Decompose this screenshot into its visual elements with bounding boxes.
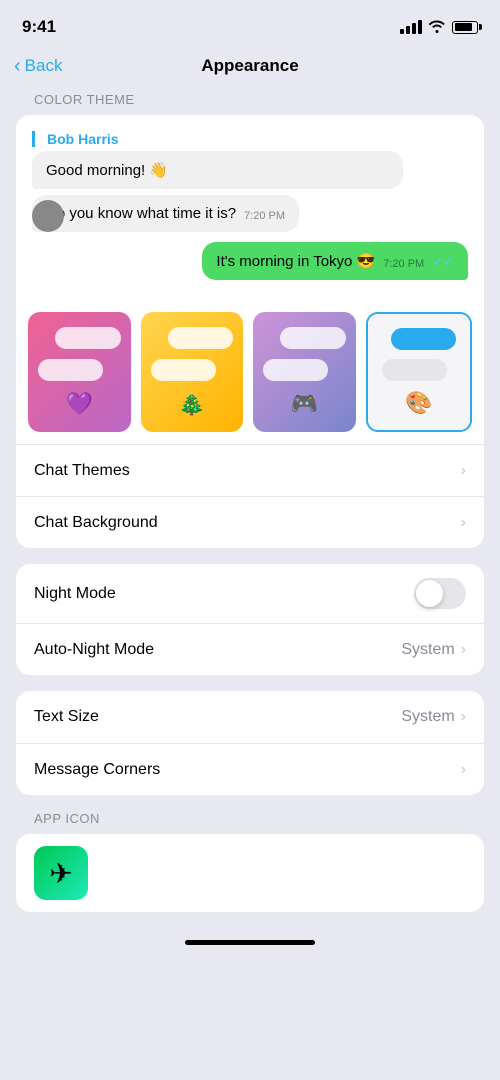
incoming-time: 7:20 PM <box>244 210 285 222</box>
chat-themes-label: Chat Themes <box>34 462 130 480</box>
app-icon: ✈ <box>34 846 88 900</box>
nav-bar: ‹ Back Appearance <box>0 48 500 92</box>
back-button[interactable]: ‹ Back <box>14 56 62 76</box>
chat-background-right: › <box>461 514 466 532</box>
message-corners-right: › <box>461 761 466 779</box>
incoming-text-2: Do you know what time it is? <box>46 205 236 222</box>
color-theme-section-label: COLOR THEME <box>16 92 484 115</box>
signal-icon <box>400 20 422 34</box>
text-appearance-card: Text Size System › Message Corners › <box>16 691 484 795</box>
auto-night-mode-chevron-icon: › <box>461 641 466 659</box>
auto-night-mode-right: System › <box>401 641 466 659</box>
message-corners-label: Message Corners <box>34 761 160 779</box>
theme-option-1[interactable]: 💜 <box>28 312 131 432</box>
app-icon-preview-card: ✈ <box>16 834 484 912</box>
theme-3-bubble-out <box>280 327 345 349</box>
theme-1-bubble-in <box>38 359 103 381</box>
chat-themes-row[interactable]: Chat Themes › <box>16 444 484 496</box>
theme-2-emoji: 🎄 <box>178 391 205 417</box>
back-chevron-icon: ‹ <box>14 56 21 76</box>
chat-themes-right: › <box>461 462 466 480</box>
incoming-text-1: Good morning! 👋 <box>46 161 168 179</box>
text-size-right: System › <box>401 708 466 726</box>
color-theme-card: Bob Harris Good morning! 👋 Do you know w… <box>16 115 484 548</box>
theme-option-3[interactable]: 🎮 <box>253 312 356 432</box>
outgoing-time: 7:20 PM <box>383 258 424 270</box>
chat-background-label: Chat Background <box>34 514 158 532</box>
auto-night-mode-value: System <box>401 641 454 659</box>
message-corners-chevron-icon: › <box>461 761 466 779</box>
battery-icon <box>452 21 478 34</box>
theme-3-emoji: 🎮 <box>291 391 318 417</box>
night-mode-toggle[interactable] <box>414 578 466 609</box>
wifi-icon <box>428 19 446 36</box>
status-bar: 9:41 <box>0 0 500 48</box>
theme-3-bubble-in <box>263 359 328 381</box>
status-icons <box>400 19 478 36</box>
text-size-row[interactable]: Text Size System › <box>16 691 484 743</box>
incoming-message-group: Bob Harris Good morning! 👋 Do you know w… <box>32 131 468 232</box>
message-corners-row[interactable]: Message Corners › <box>16 743 484 795</box>
chat-themes-chevron-icon: › <box>461 462 466 480</box>
theme-option-2[interactable]: 🎄 <box>141 312 244 432</box>
theme-2-bubble-out <box>168 327 233 349</box>
back-label: Back <box>25 56 63 76</box>
night-mode-card: Night Mode Auto-Night Mode System › <box>16 564 484 675</box>
home-bar <box>185 940 315 945</box>
page-title: Appearance <box>201 56 298 76</box>
home-indicator <box>0 928 500 953</box>
theme-option-4[interactable]: 🎨 <box>366 312 473 432</box>
text-size-value: System <box>401 708 454 726</box>
theme-4-bubble-in <box>382 359 447 381</box>
incoming-bubble-1: Good morning! 👋 <box>32 151 403 189</box>
theme-4-bubble-out <box>391 328 456 350</box>
auto-night-mode-row[interactable]: Auto-Night Mode System › <box>16 623 484 675</box>
theme-1-emoji: 💜 <box>66 391 93 417</box>
outgoing-message-group: It's morning in Tokyo 😎 7:20 PM ✓✓ <box>32 242 468 280</box>
status-time: 9:41 <box>22 17 56 37</box>
read-receipt-icon: ✓✓ <box>432 254 454 270</box>
chat-background-row[interactable]: Chat Background › <box>16 496 484 548</box>
sender-name: Bob Harris <box>32 131 468 147</box>
text-size-label: Text Size <box>34 708 99 726</box>
toggle-knob <box>416 580 443 607</box>
chat-preview: Bob Harris Good morning! 👋 Do you know w… <box>16 115 484 296</box>
theme-1-bubble-out <box>55 327 120 349</box>
theme-4-emoji: 🎨 <box>405 390 432 416</box>
night-mode-label: Night Mode <box>34 585 116 603</box>
outgoing-text: It's morning in Tokyo 😎 <box>216 252 375 270</box>
text-size-chevron-icon: › <box>461 708 466 726</box>
night-mode-row[interactable]: Night Mode <box>16 564 484 623</box>
app-icon-section-label: APP ICON <box>16 811 484 834</box>
theme-selector: 💜 🎄 🎮 <box>16 312 484 444</box>
main-content: COLOR THEME Bob Harris Good morning! 👋 D… <box>0 92 500 912</box>
app-icon-symbol: ✈ <box>49 857 72 890</box>
chat-background-chevron-icon: › <box>461 514 466 532</box>
auto-night-mode-label: Auto-Night Mode <box>34 641 154 659</box>
theme-2-bubble-in <box>151 359 216 381</box>
outgoing-bubble: It's morning in Tokyo 😎 7:20 PM ✓✓ <box>202 242 468 280</box>
